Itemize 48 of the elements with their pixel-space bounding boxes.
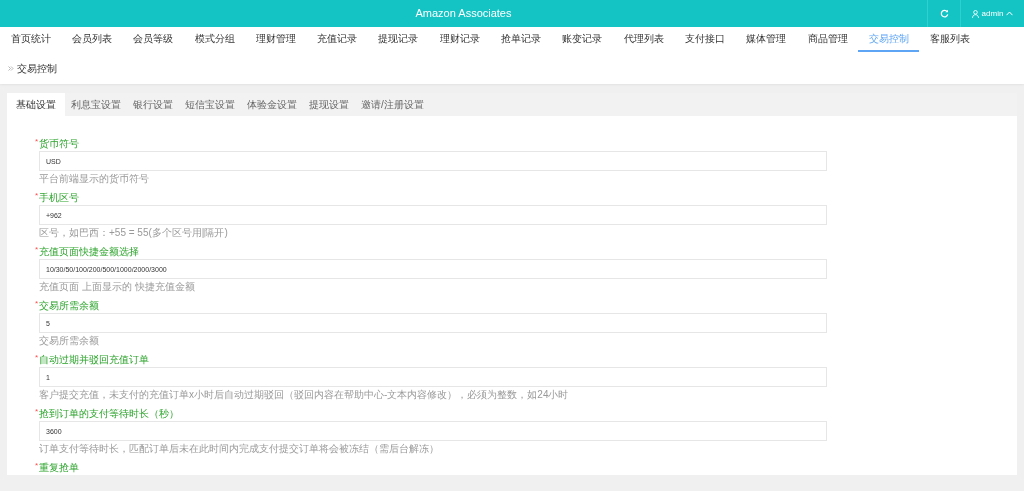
nav-tab[interactable]: 代理列表 [612, 27, 675, 52]
nav-tab[interactable]: 理财记录 [429, 27, 491, 52]
nav-tab[interactable]: 首页统计 [0, 27, 62, 52]
field-label: 交易所需余额 [39, 300, 100, 312]
app-title: Amazon Associates [415, 6, 512, 22]
nav-tab[interactable]: 媒体管理 [735, 27, 797, 52]
refresh-icon [939, 9, 949, 18]
settings-tab[interactable]: 短信宝设置 [179, 93, 241, 116]
required-asterisk: * [35, 246, 39, 254]
nav-tab[interactable]: 理财管理 [245, 27, 307, 52]
help-text: 交易所需余额 [39, 335, 100, 347]
user-icon [971, 9, 979, 18]
field-label: 重复抢单 [39, 462, 80, 474]
required-asterisk: * [35, 300, 39, 308]
settings-tab[interactable]: 体验金设置 [241, 93, 303, 116]
help-text: 区号，如巴西：+55 = 55(多个区号用|隔开) [39, 227, 229, 239]
nav-tab[interactable]: 模式分组 [183, 27, 246, 52]
field-label: 货币符号 [39, 138, 80, 150]
required-asterisk: * [35, 408, 39, 416]
nav-tab[interactable]: 会员列表 [61, 27, 123, 52]
nav-tab[interactable]: 充值记录 [306, 27, 368, 52]
settings-tab[interactable]: 基础设置 [7, 93, 65, 116]
chevron-up-icon [1006, 11, 1014, 16]
required-asterisk: * [35, 192, 39, 200]
required-asterisk: * [35, 354, 39, 362]
nav-tab[interactable]: 客服列表 [919, 27, 981, 52]
field-label: 充值页面快捷金额选择 [39, 246, 140, 258]
help-text: 充值页面 上面显示的 快捷充值金额 [39, 281, 196, 293]
settings-tab[interactable]: 邀请/注册设置 [355, 93, 430, 116]
help-text: 平台前端显示的货币符号 [39, 173, 150, 185]
breadcrumb-text: 交易控制 [17, 62, 57, 76]
required-asterisk: * [35, 138, 39, 146]
field-label: 手机区号 [39, 192, 80, 204]
settings-tab[interactable]: 银行设置 [127, 93, 179, 116]
nav-tab[interactable]: 提现记录 [367, 27, 430, 52]
help-text: 订单支付等待时长，匹配订单后未在此时间内完成支付提交订单将会被冻结（需后台解冻） [39, 443, 440, 455]
required-asterisk: * [35, 462, 39, 470]
settings-tab[interactable]: 利息宝设置 [65, 93, 127, 116]
double-chevron-icon [8, 66, 14, 71]
field-label: 抢到订单的支付等待时长（秒） [39, 408, 180, 420]
settings-tab[interactable]: 提现设置 [303, 93, 355, 116]
nav-tab[interactable]: 会员等级 [122, 27, 184, 52]
nav-tab[interactable]: 账变记录 [551, 27, 613, 52]
nav-tab[interactable]: 商品管理 [796, 27, 859, 52]
nav-tab[interactable]: 抢单记录 [490, 27, 552, 52]
field-label: 自动过期并驳回充值订单 [39, 354, 150, 366]
help-text: 客户提交充值，未支付的充值订单x小时后自动过期驳回（驳回内容在帮助中心-文本内容修改），必须为整数，如24小时 [39, 389, 570, 401]
nav-tab[interactable]: 支付接口 [674, 27, 736, 52]
